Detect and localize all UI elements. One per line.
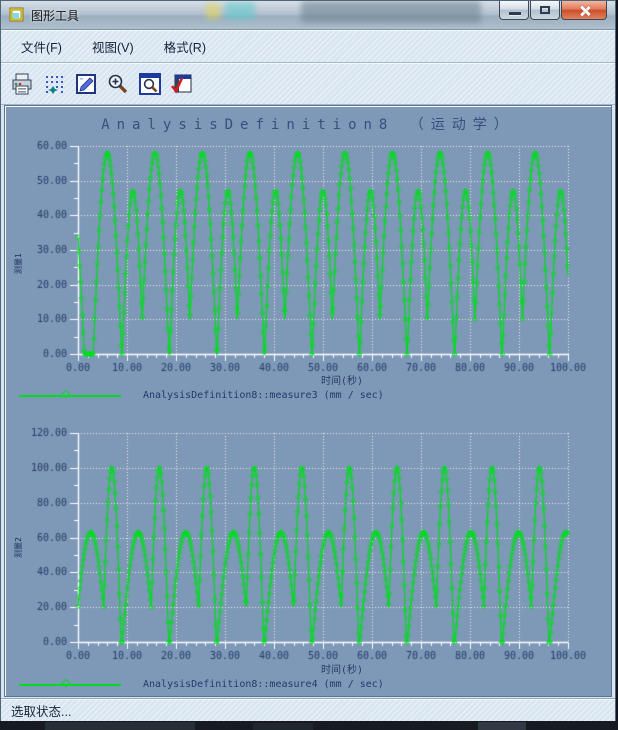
menubar: 文件(F) 视图(V) 格式(R) [1, 30, 615, 63]
window-title: 图形工具 [31, 9, 80, 23]
screen: 图形工具 文件(F) 视图(V) 格式(R) AnalysisDefinitio… [0, 0, 618, 730]
maximize-button[interactable] [530, 1, 560, 20]
titlebar[interactable]: 图形工具 [1, 1, 615, 30]
graph-tool-window: 图形工具 文件(F) 视图(V) 格式(R) AnalysisDefinitio… [0, 0, 616, 721]
edit-plot-button[interactable] [71, 69, 101, 99]
close-button[interactable] [561, 1, 607, 20]
legend-text-bottom-chart: AnalysisDefinition8::measure4 (mm / sec) [143, 679, 384, 690]
minimize-button[interactable] [499, 1, 529, 20]
titlebar-glass-reflection [301, 1, 481, 23]
legend-bottom-chart: AnalysisDefinition8::measure4 (mm / sec) [5, 677, 611, 692]
status-text: 选取状态... [11, 704, 72, 719]
menu-item-file[interactable]: 文件(F) [17, 35, 66, 58]
export-check-icon [170, 74, 192, 93]
legend-line-sample [19, 678, 121, 688]
chart-title: AnalysisDefinition8 （运动学） [101, 117, 515, 133]
zoom-in-icon [108, 74, 128, 93]
app-icon [9, 7, 25, 23]
bottom-chart[interactable] [7, 425, 607, 665]
legend-line-sample [19, 389, 121, 399]
taskbar-segment [253, 723, 313, 730]
taskbar-segment [478, 722, 526, 730]
toolbar [1, 63, 615, 105]
maximize-icon [540, 6, 550, 14]
print-button[interactable] [7, 69, 37, 99]
statusbar: 选取状态... [1, 698, 615, 721]
menu-item-view[interactable]: 视图(V) [88, 35, 138, 58]
minimize-icon [509, 12, 521, 15]
diamond-marker-icon [61, 678, 71, 688]
diamond-marker-icon [61, 389, 71, 399]
legend-top-chart: AnalysisDefinition8::measure3 (mm / sec) [5, 388, 611, 403]
menu-item-format[interactable]: 格式(R) [160, 35, 210, 58]
legend-text-top-chart: AnalysisDefinition8::measure3 (mm / sec) [143, 390, 384, 401]
top-chart[interactable] [7, 138, 607, 376]
titlebar-glass-reflection [206, 3, 220, 19]
window-controls [498, 1, 607, 20]
print-icon [12, 73, 32, 94]
x-axis-label-top-chart: 时间(秒) [321, 376, 364, 387]
refit-view-icon [139, 72, 161, 95]
x-axis-label-bottom-chart: 时间(秒) [321, 665, 364, 676]
titlebar-glass-reflection [225, 2, 255, 20]
taskbar-strip[interactable] [0, 721, 618, 730]
edit-plot-icon [76, 73, 96, 94]
y-axis-label-bottom-chart: 测量2 [14, 537, 23, 558]
zoom-in-button[interactable] [103, 69, 133, 99]
point-display-icon [46, 75, 63, 94]
point-display-button[interactable] [39, 69, 69, 99]
graph-panel: AnalysisDefinition8 （运动学） 测量1 时间(秒) Anal… [4, 105, 612, 697]
taskbar-segment [45, 722, 195, 730]
y-axis-label-top-chart: 测量1 [14, 253, 23, 274]
refit-view-button[interactable] [135, 69, 165, 99]
export-check-button[interactable] [167, 69, 197, 99]
close-icon [579, 5, 591, 17]
